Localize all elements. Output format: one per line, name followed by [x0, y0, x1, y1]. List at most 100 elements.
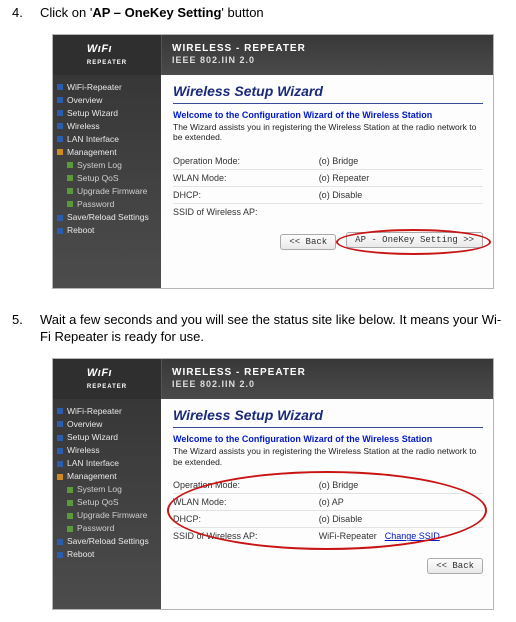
table-row: DHCP:(o) Disable: [173, 186, 483, 203]
sidebar-item[interactable]: Setup QoS: [53, 496, 161, 509]
header-titles: WIRELESS - REPEATER IEEE 802.IIN 2.0: [162, 35, 493, 75]
nav-bullet-icon: [57, 136, 63, 142]
sidebar-item[interactable]: Setup Wizard: [53, 107, 161, 120]
brand-logo: WıFı REPEATER: [53, 359, 162, 399]
sidebar-item-label: Overview: [67, 95, 102, 106]
setting-value: WiFi-RepeaterChange SSID: [319, 531, 483, 541]
sidebar-nav: WiFi-RepeaterOverviewSetup Wizard Wireles…: [53, 399, 161, 609]
step-4-text: Click on 'AP – OneKey Setting' button: [40, 4, 504, 22]
setting-key: WLAN Mode:: [173, 173, 319, 183]
table-row: SSID of Wireless AP:WiFi-RepeaterChange …: [173, 527, 483, 544]
step-5-number: 5.: [12, 311, 40, 346]
sidebar-item-label: Setup Wizard: [67, 108, 118, 119]
nav-bullet-icon: [57, 110, 63, 116]
sidebar-item-label: System Log: [77, 160, 122, 171]
sidebar-item-label: Upgrade Firmware: [77, 186, 147, 197]
sidebar-item-label: Setup Wizard: [67, 432, 118, 443]
sidebar-item-label: Save/Reload Settings: [67, 212, 149, 223]
sidebar-item-label: Management: [67, 147, 117, 158]
sidebar-item-label: Setup QoS: [77, 497, 119, 508]
setting-value: (o) AP: [319, 497, 483, 507]
sidebar-item[interactable]: Setup QoS: [53, 172, 161, 185]
sidebar-item[interactable]: Password: [53, 198, 161, 211]
sidebar-item[interactable]: Reboot: [53, 224, 161, 237]
table-row: WLAN Mode:(o) AP: [173, 493, 483, 510]
sidebar-item-label: Wireless: [67, 445, 100, 456]
sidebar-item-label: System Log: [77, 484, 122, 495]
nav-bullet-icon: [57, 474, 63, 480]
sidebar-item[interactable]: Save/Reload Settings: [53, 211, 161, 224]
nav-bullet-icon: [57, 448, 63, 454]
sidebar-item[interactable]: Setup Wizard: [53, 431, 161, 444]
setting-key: SSID of Wireless AP:: [173, 207, 319, 217]
sidebar-item[interactable]: LAN Interface: [53, 133, 161, 146]
sidebar-item[interactable]: System Log: [53, 483, 161, 496]
sidebar-item[interactable]: Password: [53, 522, 161, 535]
sidebar-item-label: Wireless: [67, 121, 100, 132]
setting-value: (o) Disable: [319, 514, 483, 524]
setting-key: DHCP:: [173, 190, 319, 200]
nav-bullet-icon: [67, 162, 73, 168]
setting-value: (o) Disable: [319, 190, 483, 200]
sidebar-item[interactable]: Upgrade Firmware: [53, 185, 161, 198]
sidebar-item-label: LAN Interface: [67, 458, 119, 469]
table-row: Operation Mode:(o) Bridge: [173, 477, 483, 493]
change-ssid-link[interactable]: Change SSID: [385, 531, 440, 541]
header-titles: WIRELESS - REPEATER IEEE 802.IIN 2.0: [162, 359, 493, 399]
nav-bullet-icon: [67, 201, 73, 207]
nav-bullet-icon: [67, 175, 73, 181]
sidebar-item[interactable]: LAN Interface: [53, 457, 161, 470]
sidebar-item[interactable]: Management: [53, 470, 161, 483]
setting-value: (o) Bridge: [319, 156, 483, 166]
nav-bullet-icon: [67, 188, 73, 194]
nav-bullet-icon: [57, 421, 63, 427]
sidebar-item[interactable]: Wireless: [53, 120, 161, 133]
setting-key: Operation Mode:: [173, 156, 319, 166]
settings-table: Operation Mode:(o) BridgeWLAN Mode:(o) R…: [173, 153, 483, 220]
sidebar-item-label: Management: [67, 471, 117, 482]
sidebar-item-label: LAN Interface: [67, 134, 119, 145]
back-button[interactable]: << Back: [280, 234, 336, 250]
sidebar-item[interactable]: Reboot: [53, 548, 161, 561]
sidebar-item[interactable]: Save/Reload Settings: [53, 535, 161, 548]
setting-value: [319, 207, 483, 217]
sidebar-item[interactable]: Management: [53, 146, 161, 159]
description-text: The Wizard assists you in registering th…: [173, 446, 483, 467]
nav-bullet-icon: [57, 539, 63, 545]
sidebar-item[interactable]: Overview: [53, 94, 161, 107]
nav-bullet-icon: [57, 215, 63, 221]
nav-bullet-icon: [67, 500, 73, 506]
screenshot-router-ui-2: WıFı REPEATER WIRELESS - REPEATER IEEE 8…: [52, 358, 494, 610]
nav-bullet-icon: [57, 435, 63, 441]
sidebar-nav: WiFi-RepeaterOverview Setup Wizard Wireles…: [53, 75, 161, 288]
setting-key: Operation Mode:: [173, 480, 319, 490]
welcome-text: Welcome to the Configuration Wizard of t…: [173, 110, 483, 120]
table-row: Operation Mode:(o) Bridge: [173, 153, 483, 169]
table-row: SSID of Wireless AP:: [173, 203, 483, 220]
setting-key: SSID of Wireless AP:: [173, 531, 319, 541]
screenshot-router-ui-1: WıFı REPEATER WIRELESS - REPEATER IEEE 8…: [52, 34, 494, 289]
nav-bullet-icon: [57, 123, 63, 129]
step-5-instruction: 5. Wait a few seconds and you will see t…: [12, 311, 504, 346]
sidebar-item-label: Reboot: [67, 549, 94, 560]
sidebar-item-label: Password: [77, 199, 114, 210]
sidebar-item-label: Save/Reload Settings: [67, 536, 149, 547]
sidebar-item[interactable]: System Log: [53, 159, 161, 172]
sidebar-item[interactable]: Wireless: [53, 444, 161, 457]
step-5-text: Wait a few seconds and you will see the …: [40, 311, 504, 346]
sidebar-item[interactable]: WiFi-Repeater: [53, 81, 161, 94]
sidebar-item[interactable]: Overview: [53, 418, 161, 431]
nav-bullet-icon: [57, 149, 63, 155]
back-button[interactable]: << Back: [427, 558, 483, 574]
sidebar-item[interactable]: Upgrade Firmware: [53, 509, 161, 522]
step-4-instruction: 4. Click on 'AP – OneKey Setting' button: [12, 4, 504, 22]
nav-bullet-icon: [57, 408, 63, 414]
nav-bullet-icon: [67, 487, 73, 493]
description-text: The Wizard assists you in registering th…: [173, 122, 483, 143]
sidebar-item[interactable]: WiFi-Repeater: [53, 405, 161, 418]
nav-bullet-icon: [67, 526, 73, 532]
ap-onekey-setting-button[interactable]: AP - OneKey Setting >>: [346, 232, 483, 248]
sidebar-item-label: Upgrade Firmware: [77, 510, 147, 521]
divider: [173, 427, 483, 428]
divider: [173, 103, 483, 104]
